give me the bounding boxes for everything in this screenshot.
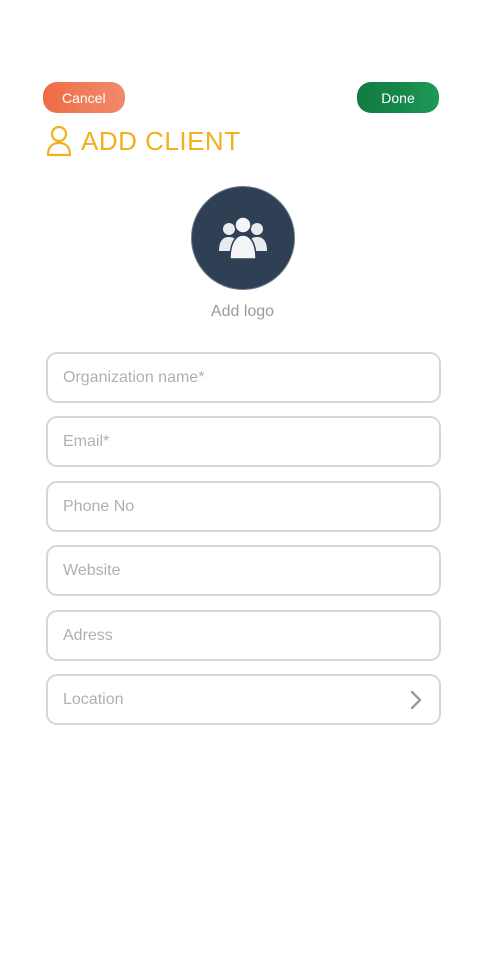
email-field [46,416,441,467]
add-logo-button[interactable] [191,186,295,290]
phone-input[interactable] [48,483,439,530]
add-client-screen: Cancel Done ADD CLIENT Add logo Organiza… [0,0,485,970]
phone-field [46,481,441,532]
cancel-button[interactable]: Cancel [43,82,125,113]
page-title: ADD CLIENT [81,125,241,156]
website-input[interactable] [48,547,439,594]
email-input[interactable] [48,418,439,465]
organization-name-field [46,352,441,403]
page-header: ADD CLIENT [46,124,241,158]
website-field [46,545,441,596]
done-button[interactable]: Done [357,82,439,113]
group-users-icon [219,216,267,260]
location-selector[interactable]: Location [46,674,441,725]
location-label: Location [63,690,124,708]
done-button-label: Done [381,89,415,106]
user-outline-icon [46,125,72,157]
address-input[interactable] [48,612,439,659]
cancel-button-label: Cancel [62,89,106,106]
address-field [46,610,441,661]
add-logo-label: Add logo [210,303,275,320]
organization-name-input[interactable] [48,354,439,401]
chevron-right-icon [410,690,422,709]
